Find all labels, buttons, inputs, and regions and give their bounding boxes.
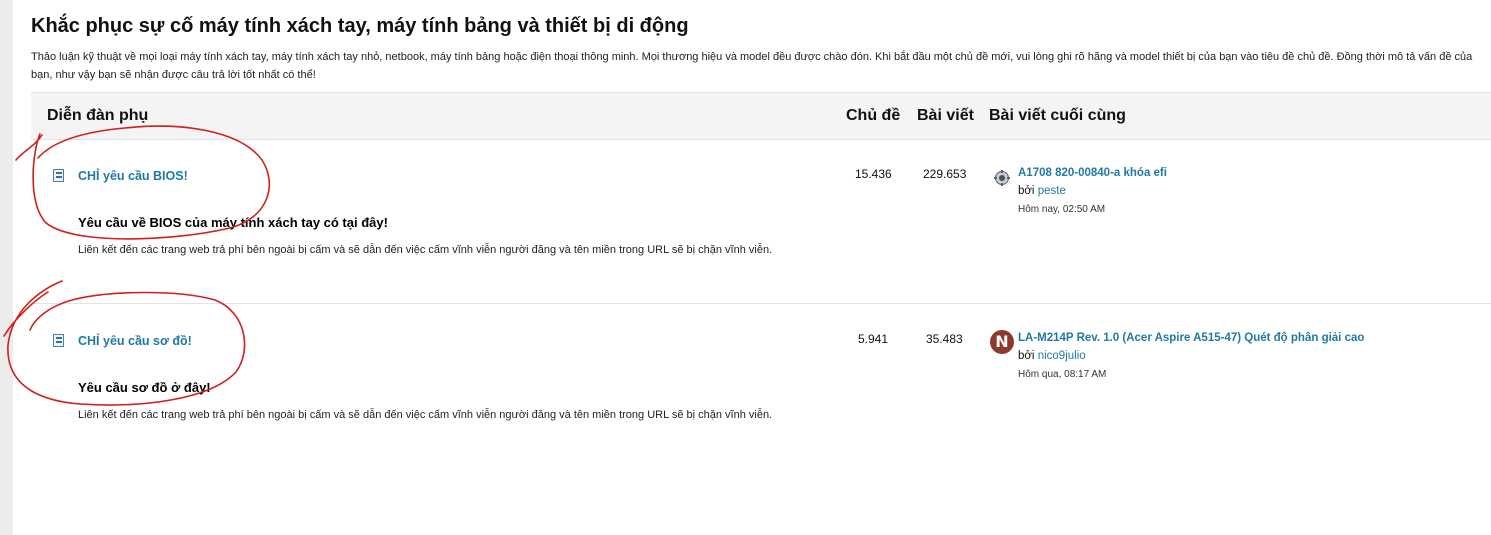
user-avatar[interactable]: N (990, 330, 1014, 354)
table-header: Diễn đàn phụ Chủ đề Bài viết Bài viết cu… (31, 92, 1491, 140)
last-post-title-link[interactable]: A1708 820-00840-a khóa efi (1018, 167, 1167, 179)
header-topics[interactable]: Chủ đề (846, 107, 900, 125)
last-post-title-link[interactable]: LA-M214P Rev. 1.0 (Acer Aspire A515-47) … (1018, 332, 1364, 344)
header-posts[interactable]: Bài viết (917, 107, 974, 125)
last-post-author: bởi peste (1018, 185, 1066, 197)
last-post-time: Hôm qua, 08:17 AM (1018, 369, 1107, 380)
header-subforum: Diễn đàn phụ (47, 107, 149, 124)
by-label: bởi (1018, 350, 1035, 362)
post-count: 229.653 (923, 167, 967, 181)
by-label: bởi (1018, 185, 1035, 197)
topic-count: 15.436 (855, 167, 892, 181)
left-sidebar-strip (0, 0, 13, 535)
forum-subtitle: Yêu cầu sơ đồ ở đây! (78, 380, 211, 395)
forum-title-link[interactable]: CHỈ yêu cầu BIOS! (78, 169, 188, 183)
forum-subtitle: Yêu cầu về BIOS của máy tính xách tay có… (78, 215, 388, 230)
page-title: Khắc phục sự cố máy tính xách tay, máy t… (31, 15, 689, 37)
post-count: 35.483 (926, 332, 963, 346)
forum-note: Liên kết đến các trang web trả phí bên n… (78, 409, 773, 421)
author-link[interactable]: peste (1038, 185, 1066, 197)
author-link[interactable]: nico9julio (1038, 350, 1086, 362)
last-post-time: Hôm nay, 02:50 AM (1018, 204, 1106, 215)
row-divider (31, 303, 1491, 304)
header-last-post[interactable]: Bài viết cuối cùng (989, 107, 1126, 125)
forum-icon (53, 334, 64, 347)
topic-count: 5.941 (858, 332, 889, 346)
gear-avatar-icon[interactable] (994, 170, 1010, 186)
last-post-author: bởi nico9julio (1018, 350, 1086, 362)
forum-note: Liên kết đến các trang web trả phí bên n… (78, 244, 773, 256)
forum-title-link[interactable]: CHỈ yêu cầu sơ đồ! (78, 334, 192, 348)
forum-icon (53, 169, 64, 182)
forum-description: Thảo luận kỹ thuật về mọi loại máy tính … (31, 51, 1473, 81)
